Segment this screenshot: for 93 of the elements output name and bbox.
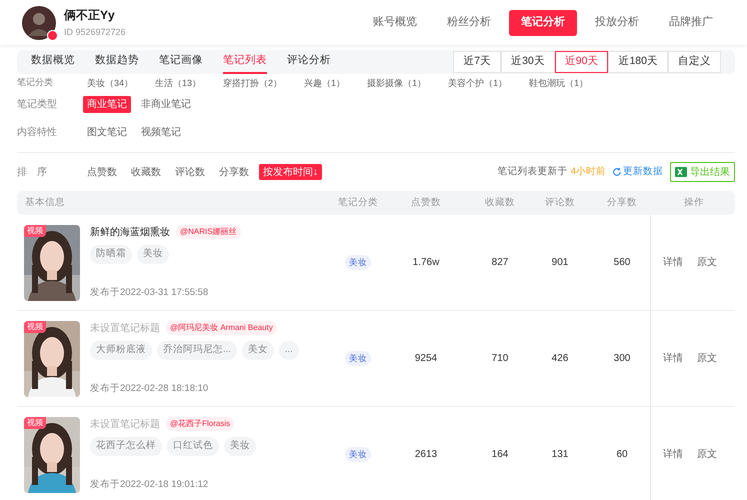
- filter-option[interactable]: 摄影摄像（1）: [363, 76, 430, 90]
- column-header: 分享数: [607, 196, 637, 210]
- metric-value: 9254: [414, 352, 438, 366]
- metric-value: 300: [614, 352, 630, 366]
- video-badge: 视频: [24, 224, 46, 236]
- topic-tag: ...: [278, 340, 299, 360]
- note-title: 未设置笔记标题: [90, 322, 160, 336]
- date-range-option[interactable]: 自定义: [668, 51, 721, 73]
- category-tag: 美妆: [345, 351, 371, 366]
- action-link[interactable]: 详情: [663, 255, 683, 270]
- filter-option[interactable]: 穿搭打扮（2）: [219, 76, 286, 90]
- filter-option[interactable]: 商业笔记: [83, 96, 131, 112]
- sub-tab[interactable]: 数据趋势: [95, 50, 139, 74]
- metric-value: 131: [552, 448, 568, 462]
- account-name: 俩不正Yy: [64, 6, 116, 24]
- video-badge: 视频: [24, 320, 46, 332]
- metric-value: 827: [492, 256, 508, 270]
- topic-tag: 大师粉底液: [90, 340, 152, 360]
- filter-label: 笔记分类: [17, 76, 54, 90]
- filter-option[interactable]: 非商业笔记: [137, 96, 195, 112]
- nav-tab[interactable]: 投放分析: [583, 10, 651, 36]
- refresh-icon: [612, 167, 622, 177]
- date-range-option[interactable]: 近7天: [453, 51, 502, 73]
- filter-option[interactable]: 生活（13）: [151, 76, 206, 90]
- metric-value: 2613: [414, 448, 438, 462]
- topic-tag: 美女: [242, 340, 274, 360]
- category-tag: 美妆: [345, 255, 371, 270]
- publish-date: 发布于2022-02-18 19:01:12: [90, 478, 210, 492]
- filter-option[interactable]: 美妆（34）: [83, 76, 138, 90]
- nav-tab[interactable]: 粉丝分析: [435, 10, 503, 36]
- metric-value: 164: [492, 448, 508, 462]
- filter-label: 笔记类型: [17, 98, 58, 112]
- action-link[interactable]: 原文: [697, 447, 717, 462]
- topic-tag: 口红试色: [167, 436, 219, 456]
- action-link[interactable]: 原文: [697, 351, 717, 366]
- date-range-option[interactable]: 近30天: [501, 51, 555, 73]
- filter-option[interactable]: 视频笔记: [137, 124, 185, 140]
- nav-tab[interactable]: 品牌推广: [657, 10, 725, 36]
- refresh-button[interactable]: 更新数据: [612, 164, 663, 180]
- spreadsheet-icon: [675, 166, 687, 178]
- note-title: 新鲜的海蓝烟熏妆: [90, 226, 170, 240]
- video-badge: 视频: [24, 416, 46, 428]
- sub-tab[interactable]: 笔记画像: [159, 50, 203, 74]
- filter-option[interactable]: 图文笔记: [83, 124, 131, 140]
- metric-value: 710: [492, 352, 508, 366]
- action-link[interactable]: 详情: [663, 447, 683, 462]
- nav-tab[interactable]: 笔记分析: [509, 10, 577, 36]
- note-title: 未设置笔记标题: [90, 418, 160, 432]
- action-link[interactable]: 详情: [663, 351, 683, 366]
- metric-value: 60: [616, 448, 628, 462]
- column-header: 收藏数: [485, 196, 515, 210]
- filter-label: 内容特性: [17, 126, 58, 140]
- category-tag: 美妆: [345, 447, 371, 462]
- sort-option[interactable]: 评论数: [171, 164, 209, 180]
- filter-option[interactable]: 兴趣（1）: [300, 76, 350, 90]
- publish-date: 发布于2022-02-28 18:18:10: [90, 382, 210, 396]
- update-time: 4小时前: [570, 164, 606, 179]
- brand-mention-tag: @花西子Florasis: [166, 417, 234, 431]
- nav-tab[interactable]: 账号概览: [361, 10, 429, 36]
- topic-tag: 花西子怎么样: [90, 436, 162, 456]
- user-badge-icon: [47, 30, 58, 40]
- sort-label: 排 序: [17, 166, 48, 180]
- column-header: 评论数: [545, 196, 575, 210]
- date-range-option[interactable]: 近180天: [608, 51, 668, 73]
- filter-option[interactable]: 美容个护（1）: [444, 76, 512, 90]
- column-header: 操作: [684, 196, 704, 210]
- update-label: 笔记列表更新于: [498, 164, 568, 179]
- sub-tab[interactable]: 评论分析: [287, 50, 331, 74]
- column-header: 基本信息: [24, 196, 65, 210]
- metric-value: 560: [614, 256, 630, 270]
- publish-date: 发布于2022-03-31 17:55:58: [90, 286, 210, 300]
- sort-option[interactable]: 点赞数: [83, 164, 121, 180]
- topic-tag: 美妆: [224, 436, 256, 456]
- date-range-option[interactable]: 近90天: [554, 51, 608, 73]
- metric-value: 426: [552, 352, 568, 366]
- topic-tag: 乔治阿玛尼怎...: [157, 340, 237, 360]
- metric-value: 901: [552, 256, 568, 270]
- column-header: 笔记分类: [338, 196, 378, 210]
- metric-value: 1.76w: [412, 256, 440, 270]
- topic-tag: 防晒霜: [90, 244, 132, 264]
- action-link[interactable]: 原文: [697, 255, 717, 270]
- sort-option[interactable]: 分享数: [215, 164, 253, 180]
- account-id: ID 9526972726: [64, 26, 126, 39]
- sub-tab[interactable]: 笔记列表: [223, 50, 267, 74]
- topic-tag: 美妆: [137, 244, 169, 264]
- sort-option[interactable]: 按发布时间↓: [259, 164, 322, 180]
- brand-mention-tag: @阿玛尼美妆 Armani Beauty: [166, 321, 277, 335]
- avatar: [22, 6, 56, 40]
- filter-option[interactable]: 鞋包潮玩（1）: [525, 76, 592, 90]
- sort-option[interactable]: 收藏数: [127, 164, 165, 180]
- sub-tab[interactable]: 数据概览: [31, 50, 75, 74]
- brand-mention-tag: @NARIS娜丽丝: [176, 225, 241, 239]
- column-header: 点赞数: [411, 196, 441, 210]
